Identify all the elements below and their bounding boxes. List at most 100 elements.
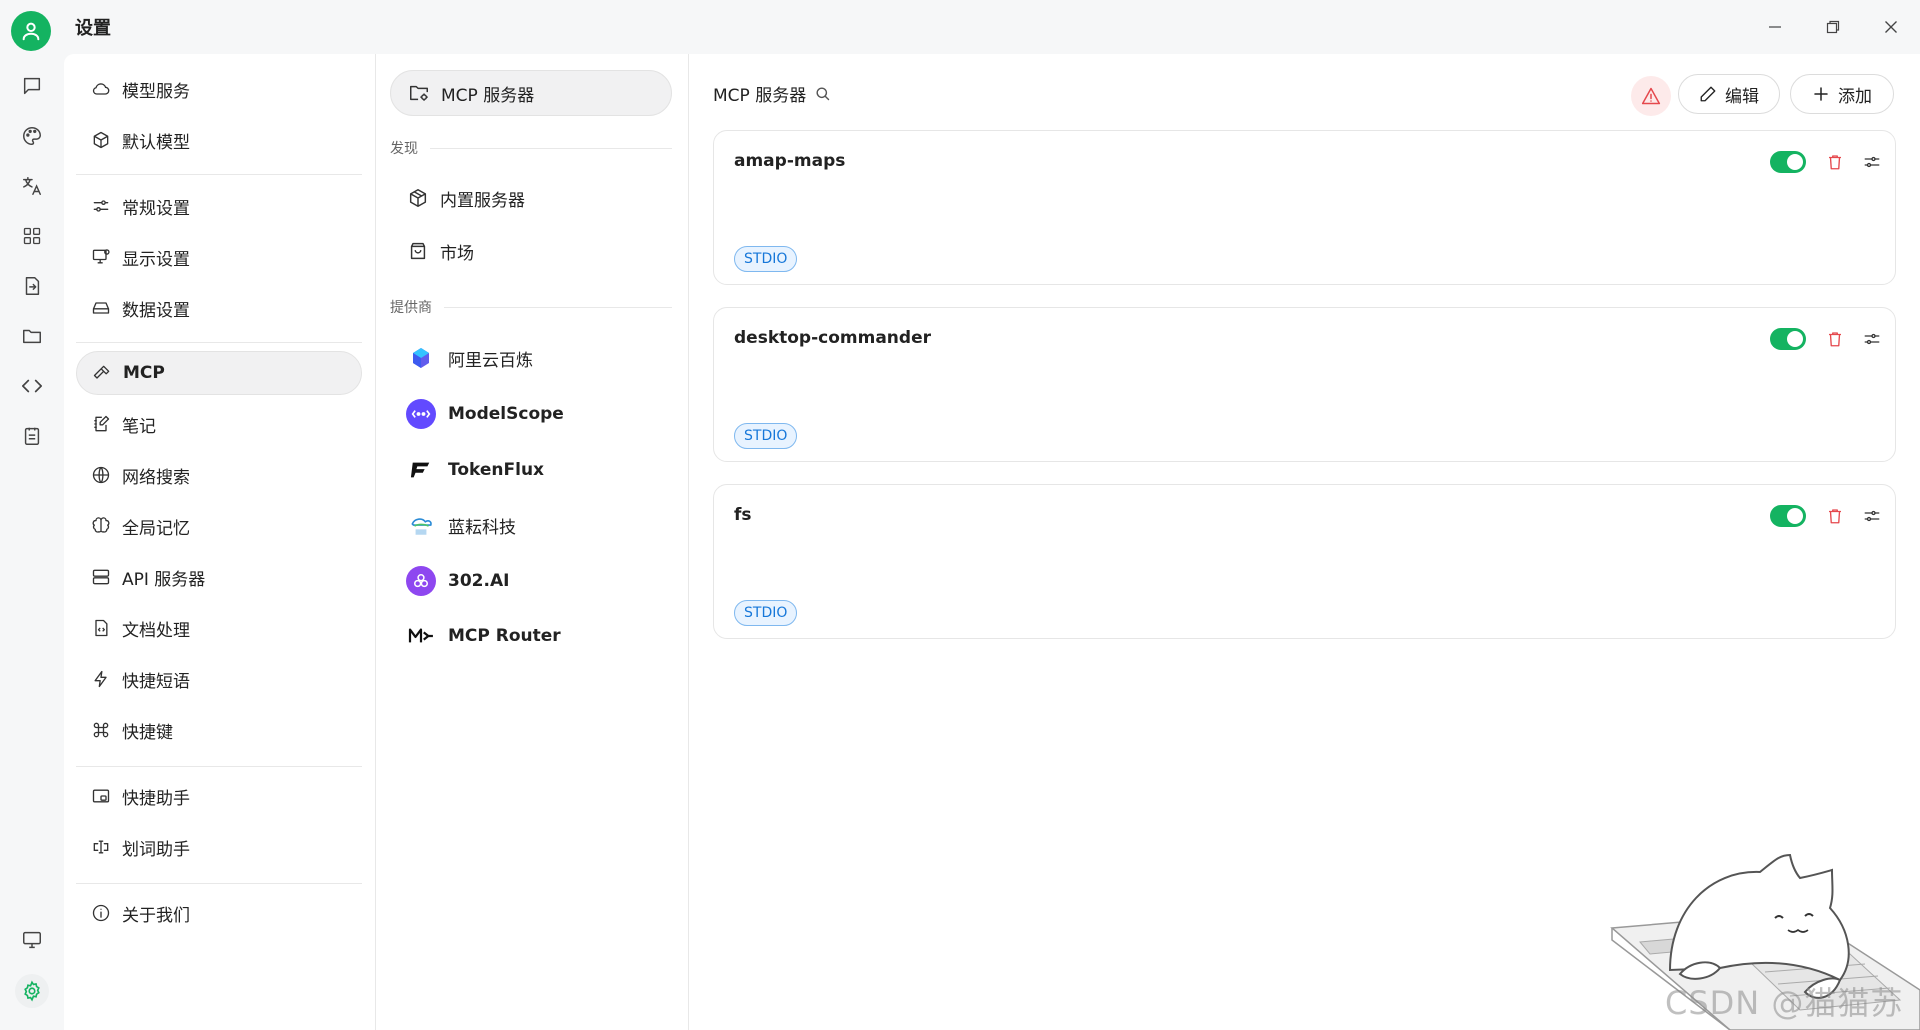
hammer-icon [91,362,113,384]
nav-divider [76,342,362,343]
nav-item-model-service[interactable]: 模型服务 [76,67,362,111]
sub-item-label: 内置服务器 [440,190,525,211]
window-title: 设置 [75,18,111,39]
nav-item-mcp[interactable]: MCP [76,351,362,395]
display-icon [90,246,112,268]
sub-item-provider-modelscope[interactable]: ModelScope [390,391,672,437]
server-card[interactable]: amap-maps STDIO [713,130,1896,285]
nav-item-quick-assistant[interactable]: 快捷助手 [76,774,362,818]
sub-item-mcp-servers[interactable]: MCP 服务器 [390,70,672,116]
nav-item-label: 快捷键 [122,722,173,743]
folder-icon[interactable] [16,320,48,352]
server-type-tag: STDIO [734,600,798,626]
modelscope-logo-icon [406,399,436,429]
nav-item-label: 笔记 [122,416,156,437]
nav-item-default-model[interactable]: 默认模型 [76,118,362,162]
nav-item-data[interactable]: 数据设置 [76,286,362,330]
add-button[interactable]: 添加 [1790,74,1894,114]
sliders-icon [90,195,112,217]
nav-item-about[interactable]: 关于我们 [76,891,362,935]
zap-icon [90,668,112,690]
restore-button[interactable] [1816,12,1850,42]
nav-item-label: 模型服务 [122,81,190,102]
nav-item-notes[interactable]: 笔记 [76,402,362,446]
nav-item-label: 常规设置 [122,198,190,219]
settings-sliders-icon[interactable] [1861,505,1883,527]
sub-item-provider-tokenflux[interactable]: TokenFlux [390,447,672,493]
sub-item-label: 蓝耘科技 [448,517,516,538]
bailian-logo-icon [406,343,436,373]
sub-item-provider-bailian[interactable]: 阿里云百炼 [390,335,672,381]
settings-nav: 模型服务 默认模型 常规设置 显示设置 数据设置 MCP 笔记 网络搜索 全局记… [64,54,376,1030]
close-button[interactable] [1874,12,1908,42]
page-title: MCP 服务器 [713,81,831,106]
settings-sliders-icon[interactable] [1861,151,1883,173]
server-name: amap-maps [734,151,846,171]
page-title-text: MCP 服务器 [713,86,807,106]
nav-item-label: 默认模型 [122,132,190,153]
file-transfer-icon[interactable] [16,270,48,302]
nav-item-general[interactable]: 常规设置 [76,184,362,228]
nav-item-label: 快捷短语 [122,671,190,692]
warning-triangle-icon [1641,87,1661,105]
apps-icon[interactable] [16,220,48,252]
sub-item-label: ModelScope [448,404,564,424]
server-name: desktop-commander [734,328,931,348]
chat-icon[interactable] [16,70,48,102]
sub-item-label: MCP Router [448,626,561,646]
settings-gear-icon[interactable] [15,974,49,1008]
code-icon[interactable] [16,370,48,402]
nav-item-api-server[interactable]: API 服务器 [76,555,362,599]
palette-icon[interactable] [16,120,48,152]
nav-item-shortcuts[interactable]: 快捷键 [76,708,362,752]
nav-divider [76,766,362,767]
nav-item-label: 关于我们 [122,905,190,926]
sub-item-label: 阿里云百炼 [448,350,533,371]
delete-icon[interactable] [1824,328,1846,350]
notes-icon[interactable] [16,420,48,452]
delete-icon[interactable] [1824,505,1846,527]
search-icon[interactable] [814,85,831,102]
server-enabled-toggle[interactable] [1770,328,1806,350]
server-card[interactable]: fs STDIO [713,484,1896,639]
shopping-bag-icon [406,239,430,263]
providers-heading: 提供商 [390,297,672,317]
nav-item-document-processing[interactable]: 文档处理 [76,606,362,650]
app-window-icon [90,785,112,807]
nav-item-global-memory[interactable]: 全局记忆 [76,504,362,548]
server-enabled-toggle[interactable] [1770,505,1806,527]
app-rail [0,54,64,1030]
warning-button[interactable] [1631,76,1671,116]
sub-item-provider-mcp-router[interactable]: MCP Router [390,613,672,659]
nav-item-display[interactable]: 显示设置 [76,235,362,279]
delete-icon[interactable] [1824,151,1846,173]
sub-item-builtin-servers[interactable]: 内置服务器 [390,175,672,221]
add-button-label: 添加 [1838,86,1872,107]
mcp-router-logo-icon [406,621,436,651]
nav-item-label: 文档处理 [122,620,190,641]
cube-icon [90,129,112,151]
nav-item-quick-phrases[interactable]: 快捷短语 [76,657,362,701]
monitor-icon[interactable] [16,924,48,956]
sub-item-provider-lanyun[interactable]: 蓝耘科技 [390,502,672,548]
plus-icon [1812,85,1830,103]
nav-item-web-search[interactable]: 网络搜索 [76,453,362,497]
command-icon [90,719,112,741]
sub-item-marketplace[interactable]: 市场 [390,228,672,274]
file-code-icon [90,617,112,639]
server-type-tag: STDIO [734,246,798,272]
server-enabled-toggle[interactable] [1770,151,1806,173]
translate-icon[interactable] [16,170,48,202]
nav-item-selection-assistant[interactable]: 划词助手 [76,825,362,869]
sub-item-provider-302ai[interactable]: 302.AI [390,558,672,604]
server-card[interactable]: desktop-commander STDIO [713,307,1896,462]
302ai-logo-icon [406,566,436,596]
tokenflux-logo-icon [406,455,436,485]
user-avatar[interactable] [11,11,51,51]
server-name: fs [734,505,752,525]
settings-sliders-icon[interactable] [1861,328,1883,350]
discover-heading: 发现 [390,138,672,158]
minimize-button[interactable] [1758,12,1792,42]
close-icon [1885,21,1897,33]
edit-button[interactable]: 编辑 [1678,74,1780,114]
